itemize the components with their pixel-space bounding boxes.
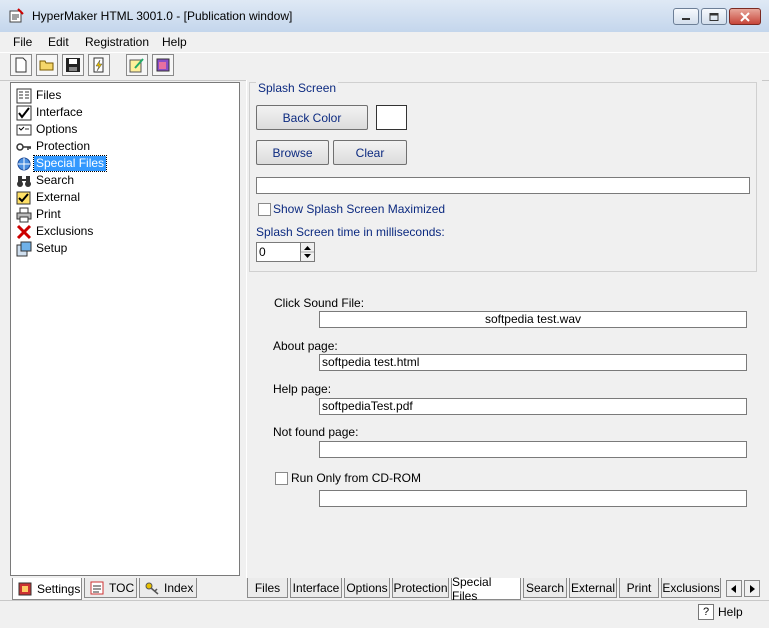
files-icon xyxy=(16,88,32,104)
interface-icon xyxy=(16,105,32,121)
setup-icon xyxy=(16,241,32,257)
help-button[interactable]: ? Help xyxy=(698,602,743,622)
splash-time-spinner[interactable] xyxy=(300,242,315,262)
publication-icon[interactable] xyxy=(152,54,174,76)
help-page-label: Help page: xyxy=(273,382,332,396)
tab-toc[interactable]: TOC xyxy=(84,578,137,598)
tab-exclusions[interactable]: Exclusions xyxy=(661,578,721,598)
tab-search[interactable]: Search xyxy=(523,578,567,598)
tree-item-options[interactable]: Options xyxy=(16,121,79,138)
tab-special-files[interactable]: Special Files xyxy=(451,575,521,603)
binoculars-icon xyxy=(16,173,32,189)
special-files-icon xyxy=(16,156,32,172)
tree-item-exclusions[interactable]: Exclusions xyxy=(16,223,95,240)
tab-index-label: Index xyxy=(164,580,194,595)
arrow-left-icon xyxy=(731,584,736,593)
maximize-button[interactable] xyxy=(701,8,727,25)
click-sound-field[interactable]: softpedia test.wav xyxy=(319,311,747,328)
tree-item-special-files[interactable]: Special Files xyxy=(16,155,108,172)
options-icon xyxy=(16,122,32,138)
about-page-field[interactable]: softpedia test.html xyxy=(319,354,747,371)
splash-group-label: Splash Screen xyxy=(256,81,339,95)
tree-item-label: External xyxy=(36,190,81,204)
spinner-down-icon xyxy=(304,254,311,258)
tree-item-external[interactable]: External xyxy=(16,189,82,206)
tab-scroll-right-button[interactable] xyxy=(744,580,760,597)
cd-rom-label[interactable]: Run Only from CD-ROM xyxy=(291,471,421,485)
tree-item-label: Special Files xyxy=(32,155,108,172)
tree-item-label: Search xyxy=(36,173,75,187)
save-disk-icon[interactable] xyxy=(62,54,84,76)
tree-item-setup[interactable]: Setup xyxy=(16,240,69,257)
toc-icon xyxy=(89,580,105,596)
window-title: HyperMaker HTML 3001.0 - [Publication wi… xyxy=(32,9,293,23)
help-question-icon: ? xyxy=(698,604,714,620)
menu-edit[interactable]: Edit xyxy=(48,32,69,52)
click-sound-label: Click Sound File: xyxy=(274,296,365,310)
arrow-right-icon xyxy=(750,584,755,593)
printer-icon xyxy=(16,207,32,223)
tab-scroll-left-button[interactable] xyxy=(726,580,742,597)
splash-time-label: Splash Screen time in milliseconds: xyxy=(256,225,445,239)
tab-settings-label: Settings xyxy=(37,581,81,596)
tree-item-label: Interface xyxy=(36,105,83,119)
toolbar xyxy=(0,52,769,81)
tab-index[interactable]: Index xyxy=(139,578,197,598)
tree-item-label: Print xyxy=(36,207,61,221)
tree-item-label: Setup xyxy=(36,241,68,255)
new-document-icon[interactable] xyxy=(10,54,32,76)
build-icon[interactable] xyxy=(88,54,110,76)
clear-button[interactable]: Clear xyxy=(333,140,407,165)
tab-external[interactable]: External xyxy=(569,578,617,598)
tree-item-print[interactable]: Print xyxy=(16,206,63,223)
menu-help[interactable]: Help xyxy=(162,32,187,52)
back-color-button[interactable]: Back Color xyxy=(256,105,368,130)
tab-interface[interactable]: Interface xyxy=(290,578,342,598)
tree-item-label: Exclusions xyxy=(36,224,94,238)
browse-button[interactable]: Browse xyxy=(256,140,329,165)
edit-icon[interactable] xyxy=(126,54,148,76)
not-found-page-label: Not found page: xyxy=(273,425,359,439)
tree-item-interface[interactable]: Interface xyxy=(16,104,85,121)
tab-print[interactable]: Print xyxy=(619,578,659,598)
tree-item-label: Files xyxy=(36,88,62,102)
external-icon xyxy=(16,190,32,206)
tab-files[interactable]: Files xyxy=(247,578,288,598)
minimize-button[interactable] xyxy=(673,8,699,25)
tree-item-label: Protection xyxy=(36,139,91,153)
help-button-label: Help xyxy=(718,605,743,619)
tab-options[interactable]: Options xyxy=(344,578,390,598)
tree-item-search[interactable]: Search xyxy=(16,172,76,189)
tab-protection[interactable]: Protection xyxy=(392,578,449,598)
not-found-page-field[interactable] xyxy=(319,441,747,458)
tree-item-protection[interactable]: Protection xyxy=(16,138,92,155)
menu-file[interactable]: File xyxy=(13,32,32,52)
about-page-label: About page: xyxy=(273,339,338,353)
tab-toc-label: TOC xyxy=(109,580,135,595)
status-bar xyxy=(0,600,769,628)
tree-item-files[interactable]: Files xyxy=(16,87,63,104)
open-folder-icon[interactable] xyxy=(36,54,58,76)
cd-rom-checkbox[interactable] xyxy=(275,472,288,485)
splash-image-path-field[interactable] xyxy=(256,177,750,194)
splash-time-input[interactable]: 0 xyxy=(256,242,301,262)
help-page-field[interactable]: softpediaTest.pdf xyxy=(319,398,747,415)
index-key-icon xyxy=(144,580,160,596)
tab-settings[interactable]: Settings xyxy=(12,578,82,600)
settings-icon xyxy=(17,581,33,597)
app-icon xyxy=(8,8,24,24)
menu-registration[interactable]: Registration xyxy=(85,32,149,52)
spinner-up-icon xyxy=(304,246,311,250)
back-color-swatch[interactable] xyxy=(376,105,407,130)
tree-item-label: Options xyxy=(36,122,78,136)
x-icon xyxy=(16,224,32,240)
splash-maximized-label[interactable]: Show Splash Screen Maximized xyxy=(273,202,445,216)
splash-maximized-checkbox[interactable] xyxy=(258,203,271,216)
key-icon xyxy=(16,139,32,155)
cd-rom-field[interactable] xyxy=(319,490,747,507)
close-button[interactable] xyxy=(729,8,761,25)
